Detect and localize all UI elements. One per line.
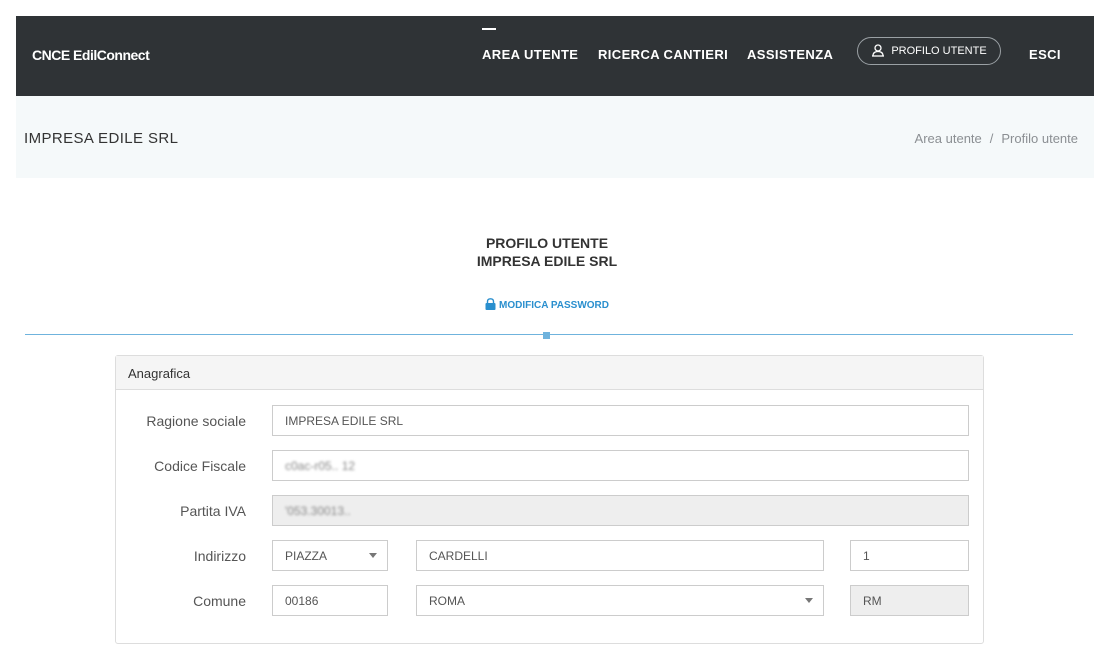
indirizzo-via-value: CARDELLI [429,549,488,563]
indirizzo-label: Indirizzo [193,548,246,564]
breadcrumb-area-utente[interactable]: Area utente [915,131,982,146]
active-nav-indicator [482,28,496,30]
chevron-down-icon [369,553,377,558]
logout-link[interactable]: ESCI [1029,47,1061,62]
indirizzo-civico-input[interactable]: 1 [850,540,969,571]
codice-fiscale-value: c0ac-r05.. 12 [285,459,356,473]
profile-title: PROFILO UTENTE [485,235,609,251]
provincia-input: RM [850,585,969,616]
top-navbar: CNCE EdilConnect AREA UTENTE RICERCA CAN… [16,16,1094,96]
ragione-sociale-input[interactable]: IMPRESA EDILE SRL [272,405,969,436]
profile-heading: PROFILO UTENTE IMPRESA EDILE SRL [0,234,1094,270]
change-password-link[interactable]: MODIFICA PASSWORD [0,298,1094,311]
codice-fiscale-input[interactable]: c0ac-r05.. 12 [272,450,969,481]
brand-logo[interactable]: CNCE EdilConnect [32,47,150,63]
provincia-value: RM [863,594,882,608]
profile-subtitle: IMPRESA EDILE SRL [476,253,618,269]
chevron-down-icon [805,598,813,603]
ragione-sociale-label: Ragione sociale [146,413,246,429]
nav-assistenza[interactable]: ASSISTENZA [747,47,833,62]
panel-title: Anagrafica [116,356,983,390]
cap-value: 00186 [285,594,319,608]
codice-fiscale-label: Codice Fiscale [154,458,246,474]
divider-marker [543,332,550,339]
nav-area-utente[interactable]: AREA UTENTE [482,47,578,62]
nav-ricerca-cantieri[interactable]: RICERCA CANTIERI [598,47,728,62]
ragione-sociale-value: IMPRESA EDILE SRL [285,414,404,428]
partita-iva-input: '053.30013.. [272,495,969,526]
indirizzo-via-input[interactable]: CARDELLI [416,540,824,571]
partita-iva-value: '053.30013.. [285,504,351,518]
breadcrumb: Area utente / Profilo utente [915,131,1078,146]
profile-button-label: PROFILO UTENTE [891,45,987,57]
breadcrumb-profilo-utente: Profilo utente [1001,131,1078,146]
cap-input[interactable]: 00186 [272,585,388,616]
page-subheader: IMPRESA EDILE SRL Area utente / Profilo ut… [16,96,1094,178]
indirizzo-tipo-value: PIAZZA [285,549,328,563]
indirizzo-civico-value: 1 [863,549,870,563]
comune-label: Comune [193,593,246,609]
comune-value: ROMA [429,594,465,608]
lock-icon [485,298,496,310]
profile-button[interactable]: PROFILO UTENTE [857,37,1001,65]
comune-select[interactable]: ROMA [416,585,824,616]
user-icon [871,43,885,60]
breadcrumb-separator: / [989,131,994,146]
indirizzo-tipo-select[interactable]: PIAZZA [272,540,388,571]
partita-iva-label: Partita IVA [180,503,246,519]
company-title: IMPRESA EDILE SRL [24,130,179,147]
change-password-label: MODIFICA PASSWORD [499,300,609,311]
